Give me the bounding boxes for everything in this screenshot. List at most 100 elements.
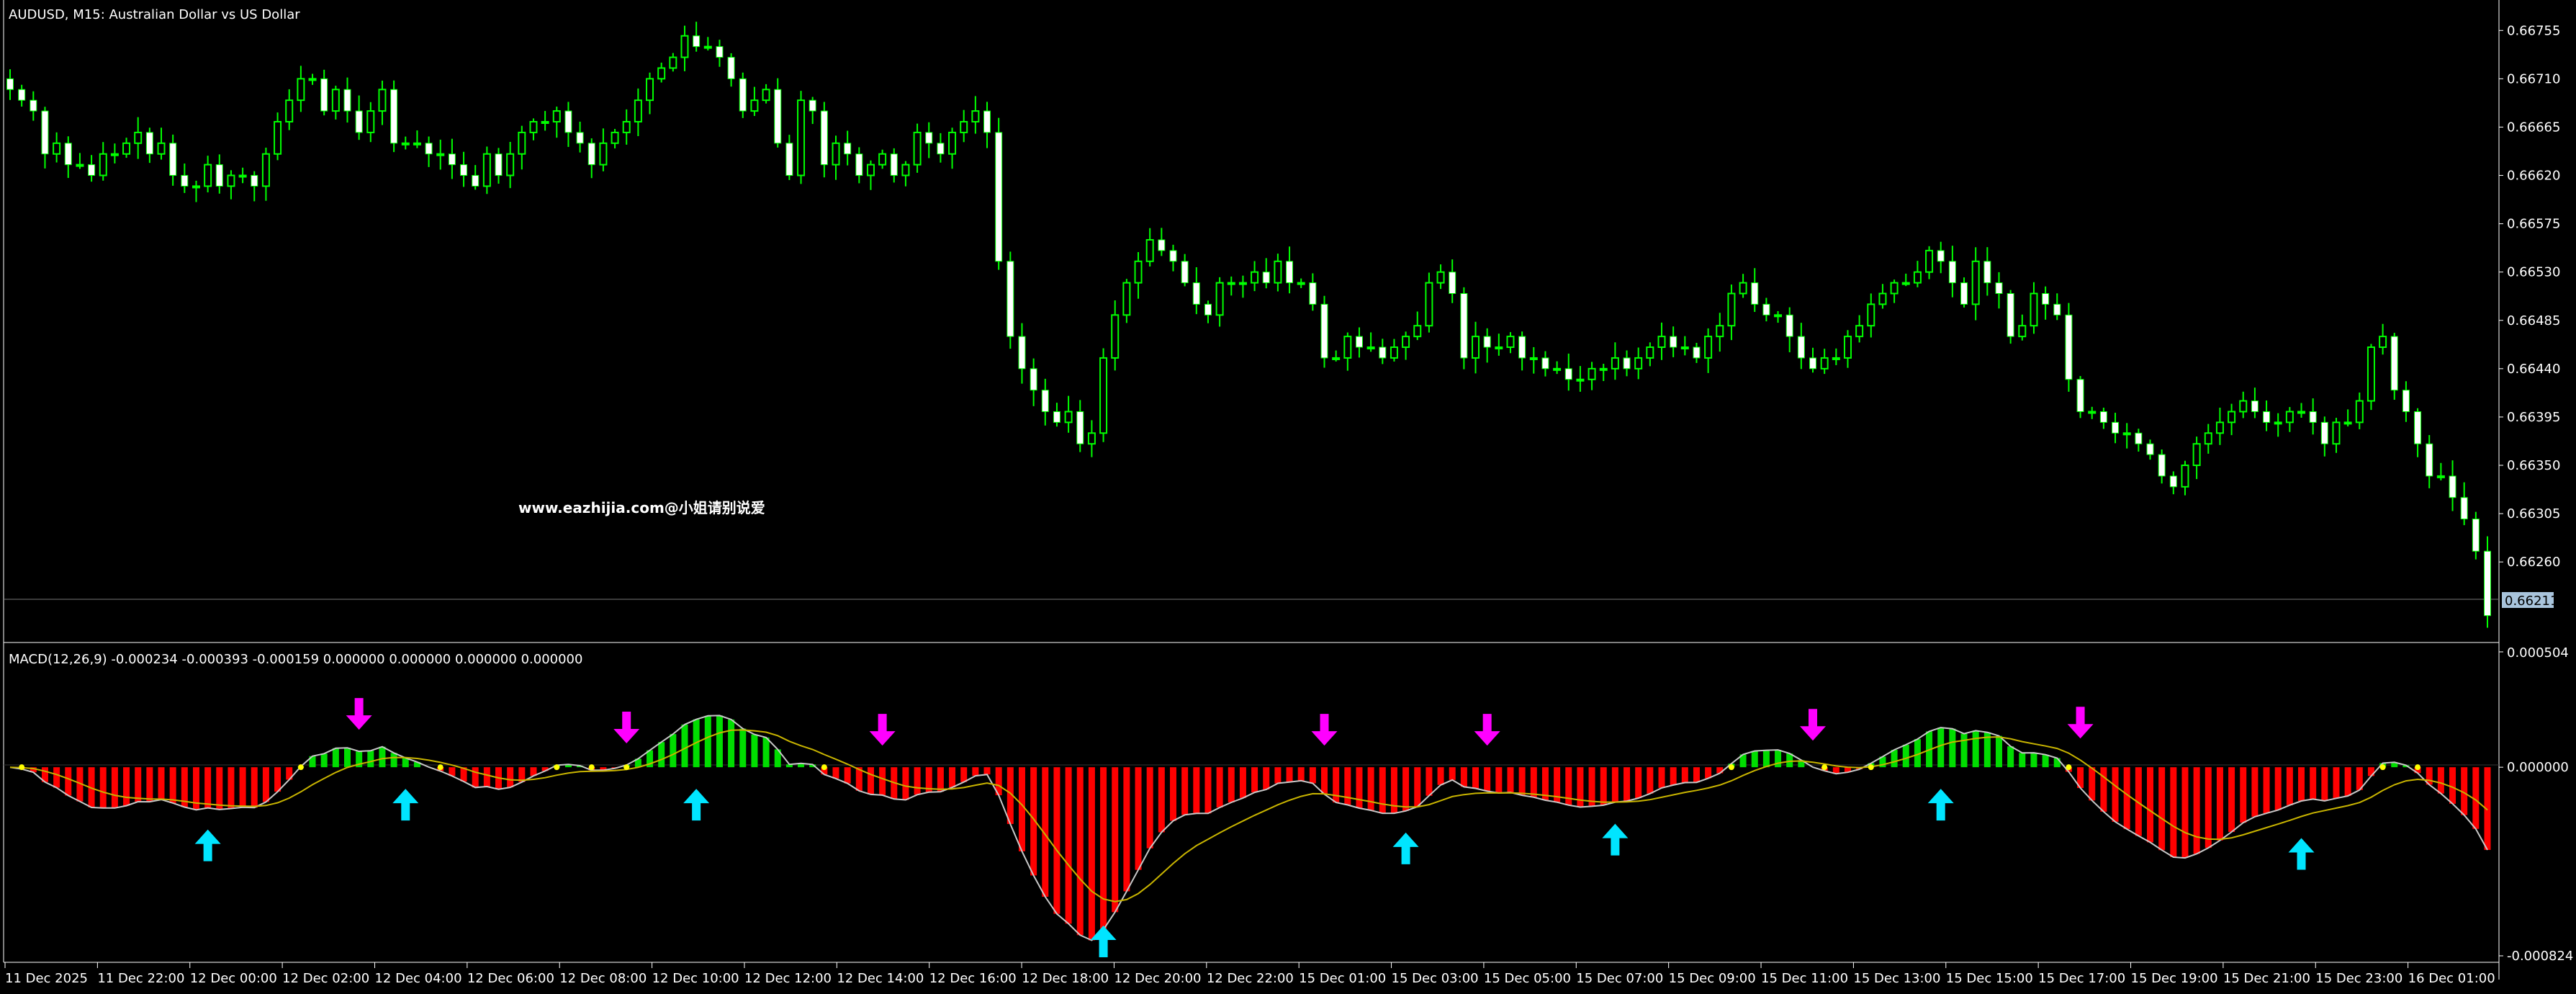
macd-bar: [670, 734, 677, 768]
macd-bar: [1181, 767, 1189, 815]
macd-bar: [1507, 767, 1514, 793]
time-tick-label: 12 Dec 12:00: [744, 971, 832, 986]
current-price-label: 0.66211: [2505, 594, 2558, 609]
candle: [482, 146, 491, 194]
macd-bar: [1076, 767, 1084, 936]
time-tick-label: 15 Dec 05:00: [1484, 971, 1571, 986]
macd-bar: [343, 748, 351, 768]
macd-bar: [1088, 767, 1095, 941]
time-tick-label: 15 Dec 01:00: [1299, 971, 1386, 986]
macd-bar: [658, 742, 665, 768]
price-tick-label: 0.66620: [2507, 169, 2560, 184]
macd-bar: [2158, 767, 2166, 851]
macd-bar: [728, 719, 735, 768]
macd-bar: [1356, 767, 1363, 809]
macd-bar: [1146, 767, 1153, 849]
macd-bar: [1995, 735, 2002, 768]
macd-bar: [135, 767, 142, 802]
macd-bar: [1775, 750, 1782, 768]
macd-bar: [2193, 767, 2200, 854]
macd-bar: [751, 734, 758, 768]
macd-bar: [2181, 767, 2189, 859]
zero-cross-dot: [623, 764, 630, 771]
macd-bar: [832, 767, 839, 779]
time-tick-label: 15 Dec 09:00: [1669, 971, 1756, 986]
candle: [2007, 290, 2014, 344]
time-tick-label: 12 Dec 04:00: [374, 971, 461, 986]
macd-bar: [1367, 767, 1374, 810]
macd-bar: [1239, 767, 1246, 798]
macd-bar: [1472, 767, 1480, 789]
macd-bar: [1123, 767, 1130, 892]
zero-cross-dot: [1728, 764, 1734, 771]
macd-bar: [704, 715, 711, 768]
zero-cross-dot: [19, 764, 25, 771]
time-tick-label: 16 Dec 01:00: [2408, 971, 2495, 986]
price-tick-label: 0.66440: [2507, 362, 2560, 377]
macd-bar: [1426, 767, 1433, 796]
macd-bar: [2170, 767, 2177, 857]
time-tick-label: 11 Dec 22:00: [97, 971, 184, 986]
macd-bar: [844, 767, 851, 784]
time-tick-label: 15 Dec 13:00: [1853, 971, 1940, 986]
macd-tick-label: 0.000000: [2507, 760, 2569, 775]
macd-bar: [1169, 767, 1176, 821]
macd-bar: [1902, 744, 1909, 768]
macd-bar: [507, 767, 514, 788]
macd-bar: [1193, 767, 1200, 814]
macd-bar: [2112, 767, 2119, 822]
time-tick-label: 15 Dec 07:00: [1576, 971, 1663, 986]
macd-bar: [1891, 750, 1898, 768]
time-tick-label: 12 Dec 16:00: [929, 971, 1017, 986]
time-tick-label: 12 Dec 22:00: [1207, 971, 1294, 986]
time-tick-label: 11 Dec 2025: [5, 971, 88, 986]
candle: [2366, 344, 2375, 411]
candle: [1320, 295, 1328, 368]
macd-bar: [1484, 767, 1491, 792]
macd-bar: [332, 748, 339, 768]
macd-bar: [1762, 750, 1770, 768]
trading-chart: 0.66755 0.66710 0.66665 0.66620 0.66575 0.665…: [0, 0, 2576, 994]
price-tick-label: 0.66575: [2507, 217, 2560, 232]
macd-bar: [204, 767, 212, 808]
macd-bar: [274, 767, 282, 792]
candle: [1099, 348, 1108, 442]
zero-cross-dot: [554, 764, 560, 771]
macd-bar: [320, 753, 328, 768]
macd-bar: [2147, 767, 2154, 843]
macd-bar: [1437, 767, 1444, 785]
macd-bar: [949, 767, 956, 788]
macd-bar: [1321, 767, 1328, 794]
macd-bar: [937, 767, 944, 792]
candle: [739, 72, 747, 118]
time-tick-label: 12 Dec 08:00: [559, 971, 647, 986]
candle: [2076, 376, 2084, 418]
zero-cross-dot: [821, 764, 827, 771]
macd-bar: [379, 746, 386, 768]
macd-bar: [2263, 767, 2270, 814]
time-tick-label: 15 Dec 23:00: [2315, 971, 2402, 986]
macd-bar: [472, 767, 479, 788]
zero-cross-dot: [297, 764, 304, 771]
macd-bar: [2310, 767, 2317, 800]
macd-bar: [1460, 767, 1467, 787]
macd-bar: [1658, 767, 1665, 788]
macd-bar: [228, 767, 235, 809]
macd-bar: [739, 728, 747, 768]
time-tick-label: 15 Dec 11:00: [1761, 971, 1848, 986]
chart-title: AUDUSD, M15: Australian Dollar vs US Dol…: [9, 7, 300, 22]
price-tick-label: 0.66755: [2507, 23, 2560, 38]
candle: [995, 117, 1003, 270]
macd-bar: [2007, 746, 2014, 768]
watermark: www.eazhijia.com@小姐请别说爱: [518, 499, 765, 516]
macd-bar: [2251, 767, 2258, 817]
time-tick-label: 12 Dec 02:00: [282, 971, 369, 986]
macd-bar: [1495, 767, 1503, 794]
macd-bar: [2344, 767, 2351, 796]
macd-bar: [65, 767, 72, 796]
macd-bar: [1577, 767, 1584, 807]
zero-cross-dot: [2415, 764, 2421, 771]
macd-bar: [960, 767, 968, 782]
candle: [390, 80, 398, 153]
macd-bar: [367, 751, 374, 768]
